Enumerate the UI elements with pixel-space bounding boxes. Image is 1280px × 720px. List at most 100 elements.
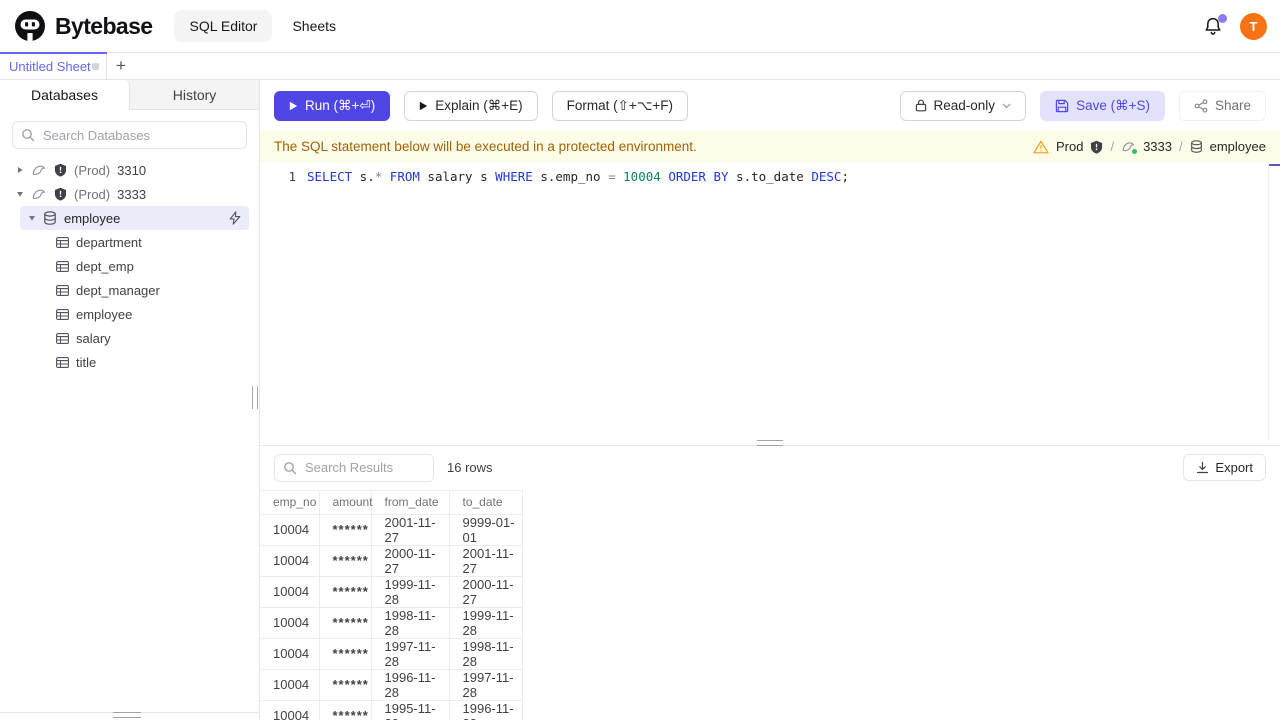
- table-row: 10004 ****** 2000-11-27 2001-11-27: [260, 544, 523, 577]
- tree-table-employee[interactable]: employee: [0, 302, 259, 326]
- tree-table-dept-emp[interactable]: dept_emp: [0, 254, 259, 278]
- tree-table-salary[interactable]: salary: [0, 326, 259, 350]
- tree-instance-3333[interactable]: (Prod) 3333: [0, 182, 259, 206]
- readonly-mode-button[interactable]: Read-only: [899, 90, 1027, 121]
- cell[interactable]: 1999-11-28: [370, 575, 450, 608]
- table-icon: [56, 284, 69, 296]
- cell-masked[interactable]: ******: [318, 699, 372, 720]
- bytebase-logo-icon: [15, 11, 45, 42]
- notifications-button[interactable]: [1203, 13, 1227, 37]
- caret-right-icon[interactable]: [16, 166, 24, 174]
- table-name: title: [76, 354, 97, 370]
- bytebase-brand[interactable]: Bytebase: [14, 10, 153, 42]
- format-button-label: Format (⇧+⌥+F): [566, 97, 674, 113]
- cell[interactable]: 10004: [260, 513, 320, 546]
- cell[interactable]: 10004: [260, 637, 320, 670]
- cell[interactable]: 2000-11-27: [448, 575, 523, 608]
- play-icon: [289, 101, 298, 110]
- tree-database-employee[interactable]: employee: [20, 206, 249, 230]
- tree-table-title[interactable]: title: [0, 350, 259, 374]
- cell[interactable]: 2001-11-27: [370, 513, 450, 546]
- breadcrumb-instance: 3333: [1143, 139, 1172, 154]
- editor-toolbar: Run (⌘+⏎) Explain (⌘+E) Format (⇧+⌥+F) R…: [260, 80, 1280, 131]
- banner-message: The SQL statement below will be executed…: [274, 139, 697, 154]
- format-button[interactable]: Format (⇧+⌥+F): [551, 90, 689, 121]
- sidebar-resize-handle[interactable]: [252, 386, 258, 409]
- connected-dot: [1132, 149, 1138, 154]
- cell-masked[interactable]: ******: [318, 544, 372, 577]
- cell[interactable]: 10004: [260, 699, 320, 720]
- cell-masked[interactable]: ******: [318, 513, 372, 546]
- cell[interactable]: 1998-11-28: [448, 637, 523, 670]
- warning-icon: [1033, 140, 1049, 153]
- tree-table-dept-manager[interactable]: dept_manager: [0, 278, 259, 302]
- top-nav: SQL Editor Sheets: [174, 10, 344, 42]
- table-name: dept_emp: [76, 258, 134, 274]
- database-name: employee: [64, 210, 121, 226]
- column-header-from-date: from_date: [370, 489, 450, 515]
- results-header: 16 rows Export: [260, 446, 1280, 490]
- search-databases-input[interactable]: [12, 121, 247, 149]
- cell[interactable]: 1996-11-28: [370, 668, 450, 701]
- database-icon: [44, 211, 56, 225]
- export-button-label: Export: [1215, 460, 1253, 475]
- cell-masked[interactable]: ******: [318, 575, 372, 608]
- search-icon: [284, 461, 297, 474]
- brand-name: Bytebase: [55, 12, 153, 39]
- sql-code-editor[interactable]: 1 SELECT s.* FROM salary s WHERE s.emp_n…: [260, 162, 1280, 439]
- tab-databases[interactable]: Databases: [0, 80, 130, 110]
- save-button-label: Save (⌘+S): [1076, 97, 1150, 113]
- cell[interactable]: 1998-11-28: [370, 606, 450, 639]
- mysql-status: [1121, 139, 1138, 154]
- sql-line[interactable]: 1 SELECT s.* FROM salary s WHERE s.emp_n…: [260, 164, 1280, 188]
- cell[interactable]: 1995-11-29: [370, 699, 450, 720]
- sql-code: SELECT s.* FROM salary s WHERE s.emp_no …: [307, 168, 849, 184]
- new-sheet-button[interactable]: +: [107, 53, 135, 79]
- table-icon: [56, 308, 69, 320]
- cell[interactable]: 2000-11-27: [370, 544, 450, 577]
- sidebar-bottom-resize-handle[interactable]: [113, 712, 141, 718]
- cell-masked[interactable]: ******: [318, 637, 372, 670]
- caret-down-icon[interactable]: [16, 190, 24, 198]
- cell[interactable]: 9999-01-01: [448, 513, 523, 546]
- save-button[interactable]: Save (⌘+S): [1040, 90, 1165, 121]
- cell[interactable]: 10004: [260, 544, 320, 577]
- editor-scrollbar[interactable]: [1268, 162, 1280, 439]
- cell[interactable]: 1997-11-28: [370, 637, 450, 670]
- tab-untitled-sheet[interactable]: Untitled Sheet: [0, 52, 107, 79]
- cell[interactable]: 10004: [260, 668, 320, 701]
- cell[interactable]: 1999-11-28: [448, 606, 523, 639]
- nav-sql-editor[interactable]: SQL Editor: [174, 10, 273, 42]
- tree-instance-3310[interactable]: (Prod) 3310: [0, 158, 259, 182]
- cell[interactable]: 1996-11-28: [448, 699, 523, 720]
- results-panel: 16 rows Export emp_no amount from_date t…: [260, 445, 1280, 720]
- results-resize-divider[interactable]: [260, 438, 1280, 446]
- nav-sheets[interactable]: Sheets: [284, 10, 344, 42]
- instance-name: 3333: [117, 186, 147, 202]
- search-results-input[interactable]: [274, 453, 434, 482]
- tree-table-department[interactable]: department: [0, 230, 259, 254]
- table-row: 10004 ****** 1996-11-28 1997-11-28: [260, 668, 523, 701]
- avatar[interactable]: T: [1240, 12, 1267, 40]
- tab-history[interactable]: History: [130, 80, 259, 110]
- row-count: 16 rows: [447, 460, 493, 475]
- explain-button[interactable]: Explain (⌘+E): [404, 90, 538, 121]
- cell[interactable]: 2001-11-27: [448, 544, 523, 577]
- run-button[interactable]: Run (⌘+⏎): [274, 90, 391, 121]
- connect-bolt-icon[interactable]: [229, 211, 241, 225]
- caret-down-icon[interactable]: [28, 214, 36, 222]
- cell[interactable]: 10004: [260, 575, 320, 608]
- cell-masked[interactable]: ******: [318, 606, 372, 639]
- lock-icon: [915, 99, 926, 112]
- cell[interactable]: 1997-11-28: [448, 668, 523, 701]
- cell-masked[interactable]: ******: [318, 668, 372, 701]
- breadcrumb-separator: /: [1110, 139, 1115, 154]
- play-icon: [420, 101, 428, 110]
- cell[interactable]: 10004: [260, 606, 320, 639]
- export-button[interactable]: Export: [1183, 454, 1266, 481]
- line-number: 1: [288, 168, 296, 184]
- share-button[interactable]: Share: [1178, 90, 1266, 121]
- environment-shield-icon: [54, 187, 67, 201]
- table-row: 10004 ****** 1997-11-28 1998-11-28: [260, 637, 523, 670]
- editor-cursor-marker: [1269, 164, 1280, 166]
